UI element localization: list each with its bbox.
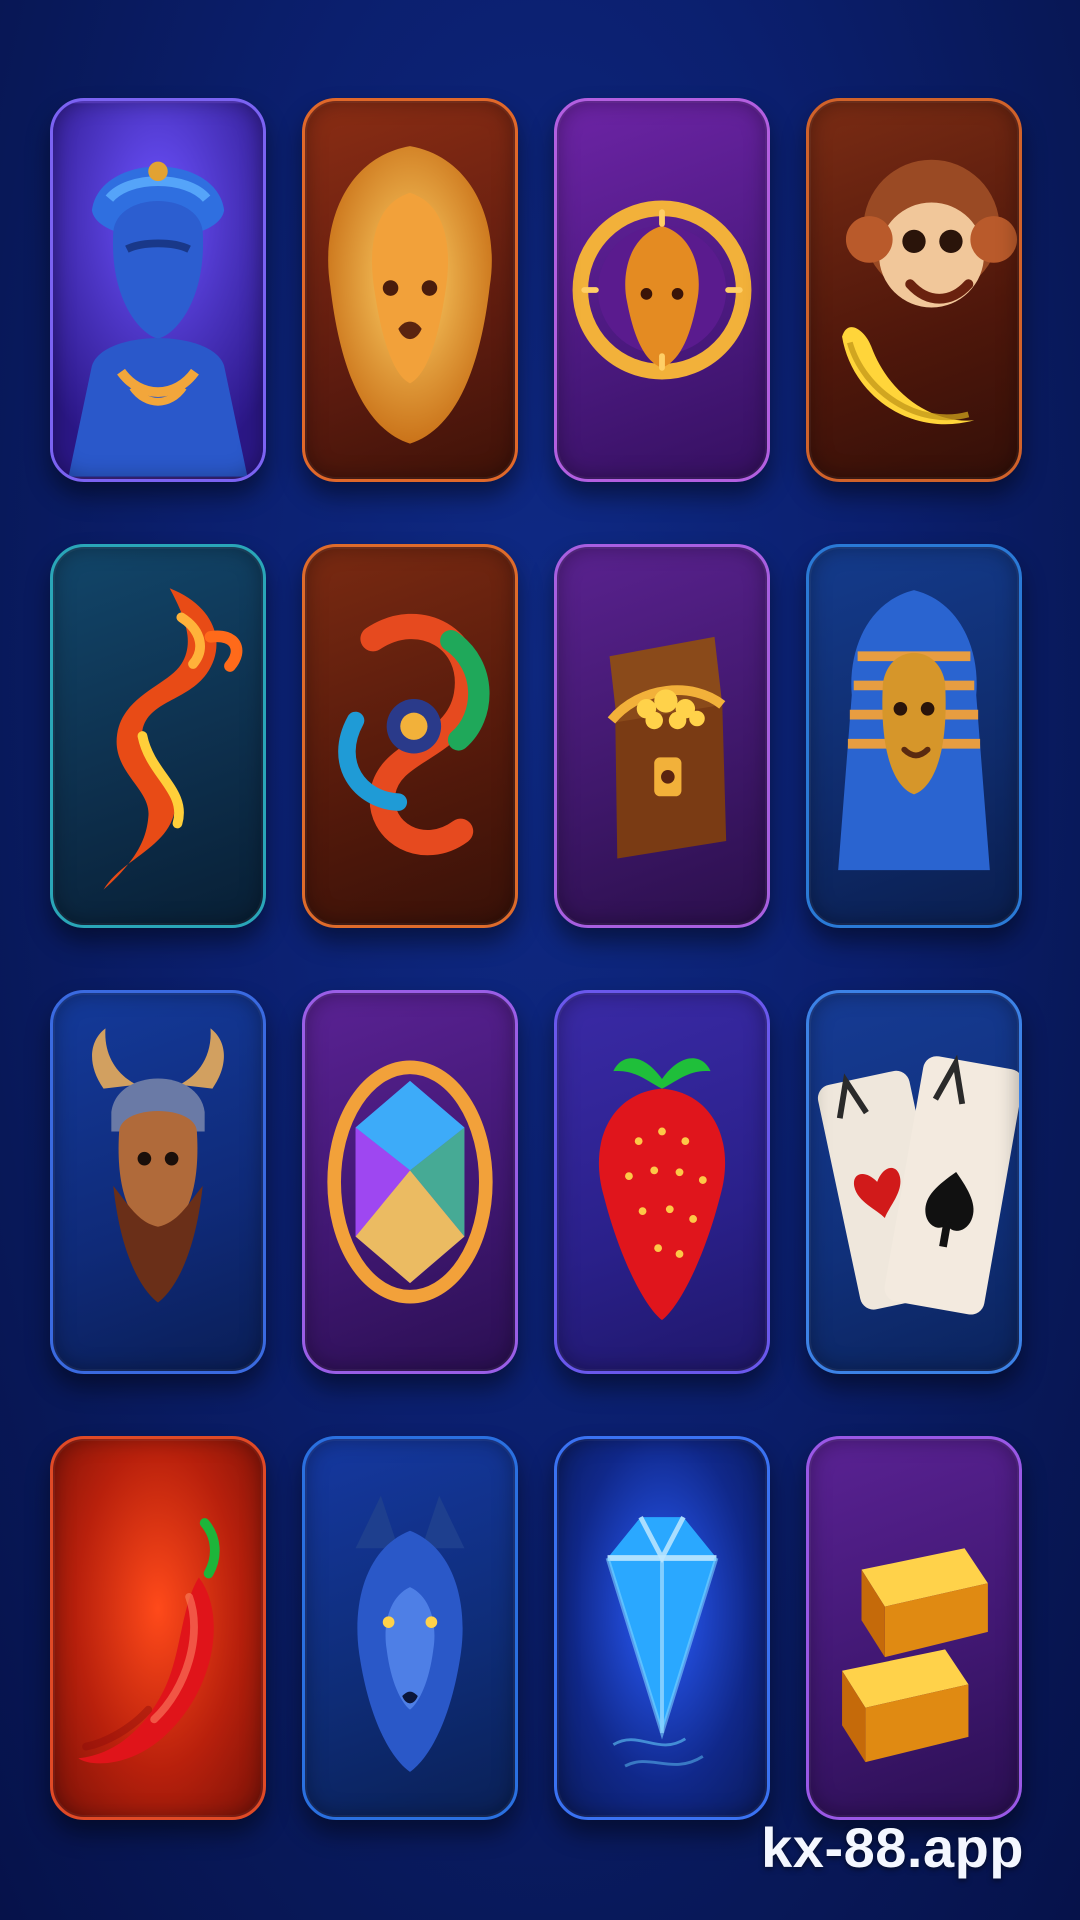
pharaoh-icon bbox=[838, 590, 990, 871]
lion-icon-tile[interactable] bbox=[302, 98, 518, 482]
monkey-banana-icon-tile[interactable] bbox=[806, 98, 1022, 482]
gem-medallion-icon bbox=[327, 1060, 493, 1304]
lion-clock-icon bbox=[572, 200, 752, 380]
wolf-icon-tile[interactable] bbox=[302, 1436, 518, 1820]
gem-medallion-icon-tile[interactable] bbox=[302, 990, 518, 1374]
treasure-chest-icon-tile[interactable] bbox=[554, 544, 770, 928]
genie-icon-tile[interactable] bbox=[50, 98, 266, 482]
chili-pepper-icon bbox=[78, 1518, 220, 1764]
playing-cards-icon-tile[interactable] bbox=[806, 990, 1022, 1374]
lion-clock-icon-tile[interactable] bbox=[554, 98, 770, 482]
ornament-swirl-icon bbox=[338, 613, 490, 856]
dragon-icon bbox=[103, 588, 243, 890]
gold-bars-icon bbox=[842, 1548, 988, 1763]
monkey-banana-icon bbox=[842, 159, 1018, 425]
lion-icon bbox=[328, 146, 492, 444]
strawberry-icon bbox=[598, 1058, 726, 1321]
pharaoh-icon-tile[interactable] bbox=[806, 544, 1022, 928]
chili-pepper-icon-tile[interactable] bbox=[50, 1436, 266, 1820]
playing-cards-icon bbox=[817, 1054, 1019, 1315]
dragon-icon-tile[interactable] bbox=[50, 544, 266, 928]
viking-icon-tile[interactable] bbox=[50, 990, 266, 1374]
diamond-icon-tile[interactable] bbox=[554, 1436, 770, 1820]
ornament-swirl-icon-tile[interactable] bbox=[302, 544, 518, 928]
wolf-icon bbox=[355, 1495, 465, 1772]
diamond-icon bbox=[605, 1516, 719, 1768]
gold-bars-icon-tile[interactable] bbox=[806, 1436, 1022, 1820]
strawberry-icon-tile[interactable] bbox=[554, 990, 770, 1374]
treasure-chest-icon bbox=[607, 636, 727, 859]
watermark-text: kx-88.app bbox=[761, 1816, 1024, 1879]
game-icon-grid bbox=[50, 98, 1022, 1820]
viking-icon bbox=[92, 1028, 224, 1303]
genie-icon bbox=[53, 103, 263, 477]
